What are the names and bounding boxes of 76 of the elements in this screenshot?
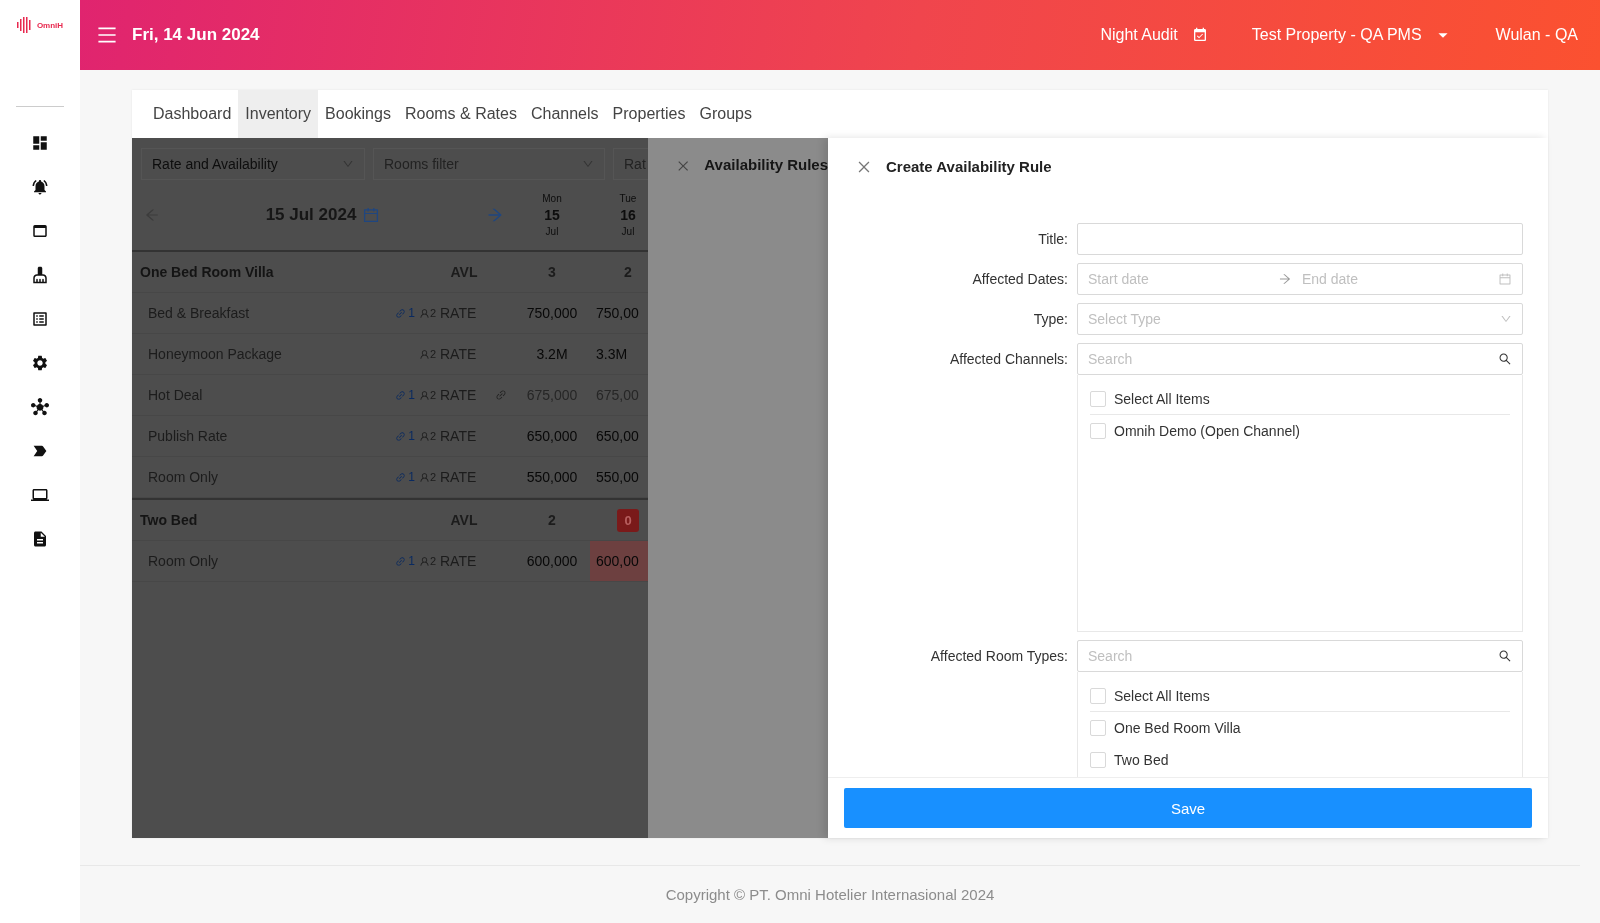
link-count: 1 [408, 429, 415, 443]
link-icon [395, 471, 407, 483]
link-count: 1 [408, 554, 415, 568]
sold-out-badge: 0 [617, 508, 639, 532]
drawer-title: Create Availability Rule [886, 158, 1052, 175]
search-icon [1498, 649, 1512, 663]
person-icon [418, 307, 430, 319]
nav-tab[interactable]: Inventory [238, 90, 319, 138]
person-icon [418, 430, 430, 442]
checkbox[interactable] [1090, 752, 1106, 768]
checkbox-item[interactable]: Select All Items [1090, 680, 1510, 712]
nav-tab[interactable]: Rooms & Rates [397, 90, 524, 138]
checkbox-item[interactable]: Omnih Demo (Open Channel) [1090, 415, 1510, 447]
rate-cell[interactable]: 600,00 [590, 541, 648, 582]
weekday-label: Tue [619, 193, 637, 204]
close-icon[interactable] [676, 158, 691, 174]
chevron-down-icon [582, 158, 594, 170]
menu-icon[interactable] [96, 24, 118, 46]
person-icon [418, 555, 430, 567]
day-number: 15 [544, 207, 560, 223]
room-type-name: Two Bed [132, 500, 384, 541]
calendar-check-icon[interactable] [1191, 27, 1208, 43]
save-button[interactable]: Save [844, 788, 1532, 828]
date-range-field[interactable]: Start date End date [1077, 263, 1523, 295]
weekday-label: Mon [542, 193, 562, 204]
drawer-title: Availability Rules [704, 156, 828, 173]
person-icon [418, 471, 430, 483]
link-count: 1 [408, 470, 415, 484]
calendar-icon [1498, 272, 1512, 286]
person-icon [418, 348, 430, 360]
search-field[interactable]: Search [1077, 343, 1523, 375]
rate-cell[interactable]: 750,000 [514, 293, 590, 334]
current-date: Fri, 14 Jun 2024 [132, 25, 260, 45]
logo[interactable]: OmniH [16, 0, 64, 50]
search-field[interactable]: Search [1077, 640, 1523, 672]
network-icon[interactable] [29, 396, 51, 418]
link-icon [395, 389, 407, 401]
title-field[interactable] [1077, 223, 1523, 255]
link-count: 1 [408, 306, 415, 320]
checkbox-item[interactable]: Select All Items [1090, 383, 1510, 415]
checkbox[interactable] [1090, 687, 1106, 704]
checkbox[interactable] [1090, 720, 1106, 736]
field-label: Affected Room Types: [929, 647, 1068, 666]
link-icon [395, 555, 407, 567]
field-label: Affected Dates: [971, 270, 1068, 289]
chevron-down-icon [1500, 313, 1512, 325]
nav-tab[interactable]: Channels [523, 90, 606, 138]
copyright-text: Copyright © PT. Omni Hotelier Internasional 2024 [665, 886, 995, 903]
property-selector[interactable]: Test Property - QA PMS [1251, 26, 1422, 44]
nav-tab[interactable]: Groups [692, 90, 759, 138]
user-menu[interactable]: Wulan - QA [1495, 26, 1578, 44]
link-icon [395, 430, 407, 442]
search-icon [1498, 352, 1512, 366]
filter-select[interactable]: Rate and Availability [141, 148, 365, 180]
person-icon [418, 389, 430, 401]
field-label: Affected Channels: [948, 350, 1068, 369]
field-label: Type: [1032, 310, 1068, 329]
chevron-down-icon [342, 158, 354, 170]
checkbox[interactable] [1090, 390, 1106, 407]
room-type-name: One Bed Room Villa [132, 252, 384, 293]
day-number: 16 [620, 207, 636, 223]
rate-cell[interactable]: 650,000 [514, 416, 590, 457]
nav-tab[interactable]: Dashboard [146, 90, 239, 138]
arrow-icon [1278, 272, 1292, 286]
link-count: 1 [408, 388, 415, 402]
logo-bars-icon [16, 17, 33, 33]
checkbox[interactable] [1090, 423, 1106, 439]
checkbox-item[interactable]: One Bed Room Villa [1090, 712, 1510, 744]
type-select[interactable]: Select Type [1077, 303, 1523, 335]
nav-tab[interactable]: Bookings [318, 90, 398, 138]
rate-cell[interactable]: 3.2M [514, 334, 590, 375]
checkbox-item[interactable]: Two Bed [1090, 744, 1510, 776]
link-icon [395, 307, 407, 319]
night-audit-link[interactable]: Night Audit [1100, 26, 1178, 44]
field-label: Title: [1037, 230, 1068, 249]
nav-tab[interactable]: Properties [605, 90, 693, 138]
